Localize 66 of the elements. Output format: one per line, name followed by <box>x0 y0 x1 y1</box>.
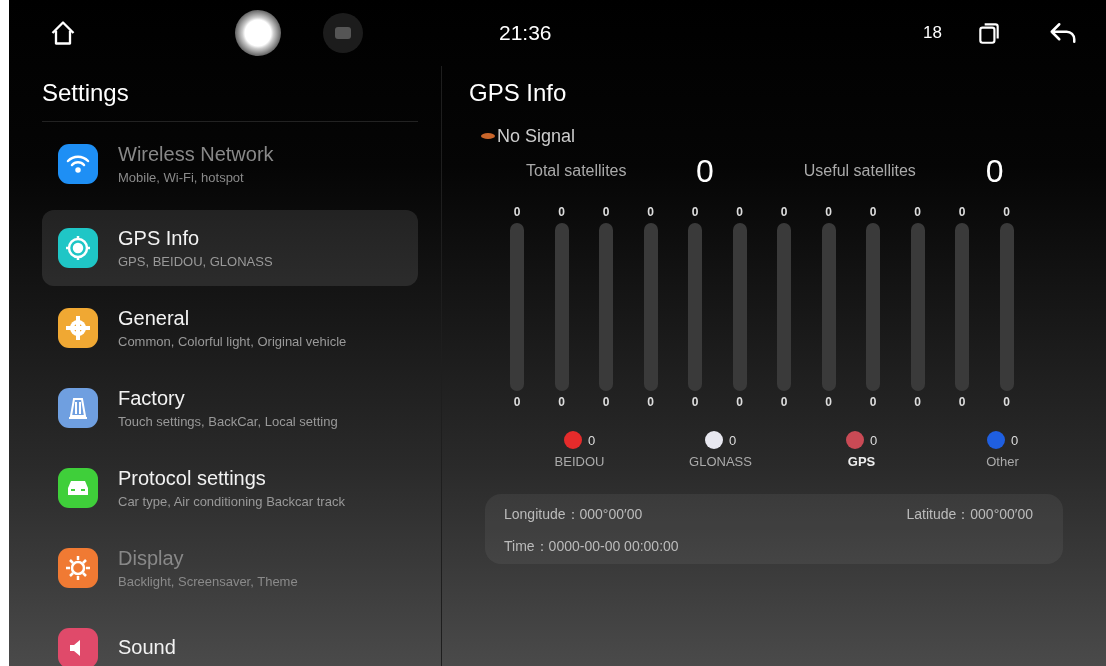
satellite-number: 0 <box>780 395 788 409</box>
item-subtitle: GPS, BEIDOU, GLONASS <box>118 253 273 269</box>
time-text: Time：0000-00-00 00:00:00 <box>504 538 679 556</box>
item-title: Display <box>118 546 185 570</box>
item-title: Protocol settings <box>118 466 267 490</box>
item-subtitle: Common, Colorful light, Original vehicle <box>118 333 347 349</box>
system-count: 0 <box>587 432 596 448</box>
satellite-number: 0 <box>558 395 565 409</box>
system-name[interactable]: GPS <box>847 454 876 469</box>
satellite-number: 0 <box>914 395 921 409</box>
satellite-number: 0 <box>825 395 832 409</box>
settings-item[interactable]: General Common, Colorful light, Original vehicle <box>42 290 418 366</box>
satellite-number: 0 <box>513 395 521 409</box>
useful-satellites-label: Useful satellites <box>803 162 917 180</box>
signal-value: 0 <box>825 205 832 219</box>
recent-apps-icon[interactable] <box>976 20 1002 46</box>
satellite-number: 0 <box>736 395 743 409</box>
satellite-number: 0 <box>1003 395 1010 409</box>
system-name[interactable]: BEIDOU <box>554 454 605 469</box>
satellite-number: 0 <box>691 395 699 409</box>
settings-item[interactable]: GPS Info GPS, BEIDOU, GLONASS <box>42 210 418 286</box>
total-satellites-label: Total satellites <box>526 162 628 180</box>
settings-item[interactable]: Sound <box>42 610 418 666</box>
signal-value: 0 <box>602 205 610 219</box>
signal-value: 0 <box>513 205 521 219</box>
total-satellites-value: 0 <box>696 152 714 190</box>
home-icon[interactable] <box>49 19 77 47</box>
clock-time: 21:36 <box>499 21 552 45</box>
item-subtitle: Mobile, Wi-Fi, hotspot <box>118 169 245 185</box>
signal-value: 0 <box>691 205 699 219</box>
system-name[interactable]: Other <box>986 454 1019 469</box>
signal-value: 0 <box>736 205 743 219</box>
satellite-number: 0 <box>602 395 610 409</box>
item-title: Wireless Network <box>118 142 274 166</box>
item-title: General <box>118 306 191 330</box>
latitude-text: Latitude：000°00′00 <box>906 506 1033 524</box>
item-title: Sound <box>118 636 176 659</box>
system-count: 0 <box>869 432 878 448</box>
signal-value: 0 <box>558 205 565 219</box>
satellite-number: 0 <box>869 395 877 409</box>
item-title: GPS Info <box>118 226 201 250</box>
settings-item[interactable]: Protocol settings Car type, Air conditioning Backcar track <box>42 450 418 526</box>
circle-button[interactable] <box>235 10 281 56</box>
item-subtitle: Car type, Air conditioning Backcar track <box>118 493 345 509</box>
longitude-text: Longitude：000°00′00 <box>504 506 643 524</box>
item-title: Factory <box>118 386 186 410</box>
signal-value: 0 <box>647 205 654 219</box>
satellite-number: 0 <box>958 395 966 409</box>
signal-value: 0 <box>869 205 877 219</box>
notification-count: 18 <box>923 23 942 43</box>
signal-value: 0 <box>780 205 788 219</box>
system-count: 0 <box>728 432 737 448</box>
system-count: 0 <box>1010 432 1019 448</box>
satellite-number: 0 <box>647 395 654 409</box>
settings-item[interactable]: Factory Touch settings, BackCar, Local setting <box>42 370 418 446</box>
settings-title: Settings <box>42 66 418 122</box>
signal-value: 0 <box>958 205 966 219</box>
item-subtitle: Touch settings, BackCar, Local setting <box>118 413 338 429</box>
system-name[interactable]: GLONASS <box>689 454 752 469</box>
item-subtitle: Backlight, Screensaver, Theme <box>118 573 298 589</box>
gps-title: GPS Info <box>469 78 568 108</box>
signal-status: No Signal <box>497 125 576 147</box>
signal-value: 0 <box>914 205 921 219</box>
signal-indicator-icon <box>481 133 495 139</box>
useful-satellites-value: 0 <box>985 152 1004 190</box>
signal-value: 0 <box>1003 205 1010 219</box>
